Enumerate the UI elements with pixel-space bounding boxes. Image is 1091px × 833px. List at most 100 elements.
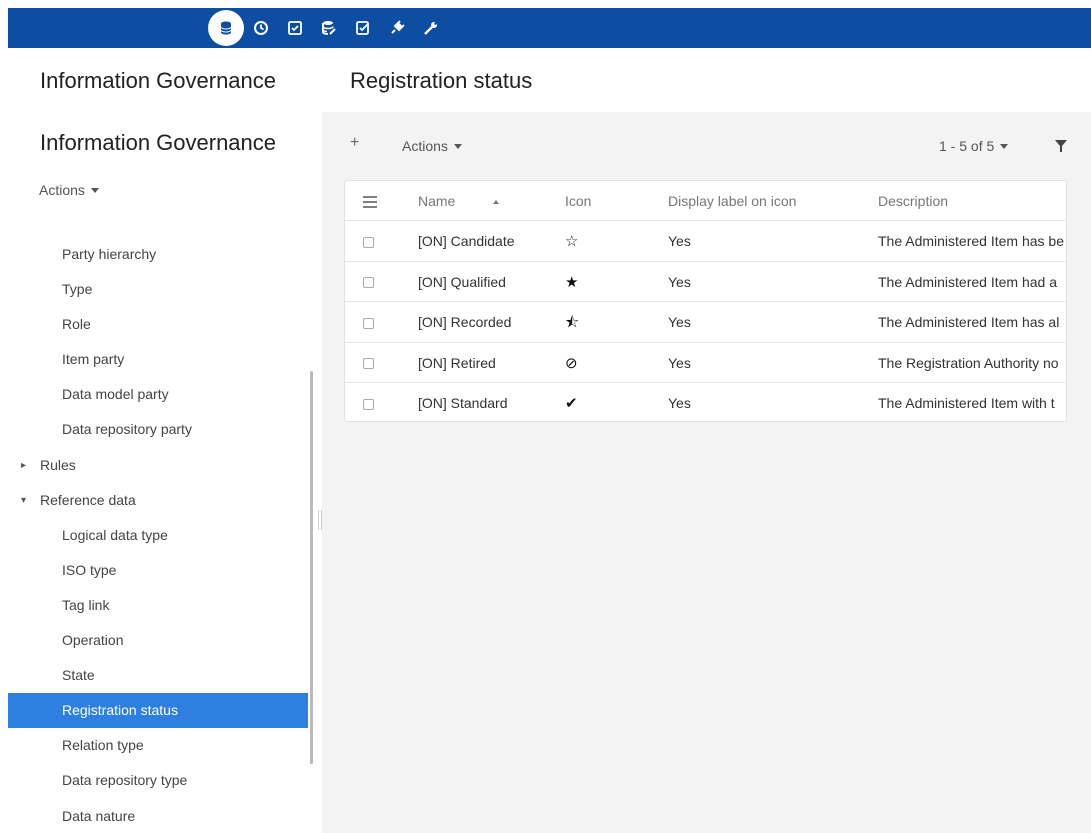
row-description: The Administered Item had a xyxy=(878,273,1057,290)
tree-item[interactable]: ▸ Rules xyxy=(8,448,308,483)
row-icon-cell: ★ xyxy=(565,262,605,302)
column-header-name-label: Name xyxy=(418,193,456,209)
row-name[interactable]: [ON] Candidate xyxy=(418,221,558,261)
table-toolbar: + Actions 1 - 5 of 5 xyxy=(322,134,1091,160)
row-name[interactable]: [ON] Retired xyxy=(418,343,558,383)
tree-item-label: Data model party xyxy=(62,386,169,403)
row-name[interactable]: [ON] Recorded xyxy=(418,302,558,342)
tree-header: Information Governance xyxy=(40,130,277,155)
column-menu-button[interactable] xyxy=(363,181,377,221)
page-title: Registration status xyxy=(350,68,533,93)
checkbox[interactable] xyxy=(363,236,374,248)
actions-dropdown[interactable]: Actions xyxy=(402,138,462,154)
content-area: + Actions 1 - 5 of 5 Name Icon Display l… xyxy=(322,112,1091,833)
tree-item-label: Item party xyxy=(62,351,125,368)
tree-item[interactable]: Registration status xyxy=(8,693,308,729)
history-icon[interactable] xyxy=(246,13,276,43)
actions-label: Actions xyxy=(402,138,448,154)
approve-icon[interactable] xyxy=(348,13,378,43)
expand-icon[interactable]: ▸ xyxy=(21,448,26,483)
tree-item[interactable]: Data repository type xyxy=(8,763,308,798)
tree-item-label: Reference data xyxy=(40,491,136,508)
data-table: Name Icon Display label on icon Descript… xyxy=(344,180,1067,422)
column-header-description[interactable]: Description xyxy=(878,181,1066,221)
tree-item-label: Data nature xyxy=(62,807,136,824)
tree-item[interactable]: Item party xyxy=(8,342,308,377)
checkbox[interactable] xyxy=(363,398,374,410)
row-icon-cell: ⊘ xyxy=(565,343,605,383)
row-display-label: Yes xyxy=(668,233,691,249)
tree-item-label: Operation xyxy=(62,632,124,649)
left-panel-title: Information Governance xyxy=(40,68,277,93)
row-description: The Registration Authority no xyxy=(878,354,1059,371)
pager-label: 1 - 5 of 5 xyxy=(939,138,995,154)
tree-item-label: Rules xyxy=(40,456,76,473)
sort-ascending-icon xyxy=(493,200,500,205)
row-checkbox[interactable] xyxy=(363,262,374,302)
tree-item-label: Data repository party xyxy=(62,421,192,438)
collapse-icon[interactable]: ▾ xyxy=(21,483,26,518)
star-outline-icon: ☆ xyxy=(565,233,579,251)
tree-item[interactable]: Data model party xyxy=(8,377,308,412)
pagination-dropdown[interactable]: 1 - 5 of 5 xyxy=(939,138,1009,154)
tree-item[interactable]: State xyxy=(8,658,308,693)
tree-item[interactable]: ▾ Reference data xyxy=(8,483,308,518)
tree-item[interactable]: Data nature xyxy=(8,799,308,833)
chevron-down-icon xyxy=(90,187,99,193)
tree-item-label: Data repository type xyxy=(62,772,188,789)
tree-item-label: Registration status xyxy=(62,702,178,719)
database-icon[interactable] xyxy=(208,10,244,46)
plug-icon[interactable] xyxy=(382,13,412,43)
row-checkbox[interactable] xyxy=(363,302,374,342)
checkbox[interactable] xyxy=(363,317,374,329)
checklist-icon[interactable] xyxy=(280,13,310,43)
checkbox[interactable] xyxy=(363,277,374,289)
table-row[interactable]: [ON] Retired ⊘ Yes The Registration Authori… xyxy=(345,343,1066,383)
tree-item[interactable]: ISO type xyxy=(8,553,308,588)
column-header-name[interactable]: Name xyxy=(418,181,558,221)
menu-icon xyxy=(363,196,377,209)
row-description: The Administered Item with t xyxy=(878,395,1055,411)
table-row[interactable]: [ON] Standard ✔ Yes The Administered Item w… xyxy=(345,383,1066,421)
checkbox[interactable] xyxy=(363,358,374,370)
column-header-icon[interactable]: Icon xyxy=(565,181,605,221)
tree-item[interactable]: Type xyxy=(8,272,308,307)
table-row[interactable]: [ON] Qualified ★ Yes The Administered Item … xyxy=(345,262,1066,302)
row-description: The Administered Item has al xyxy=(878,314,1060,330)
table-header-row: Name Icon Display label on icon Descript… xyxy=(345,181,1066,221)
row-icon-cell: ⯪ xyxy=(565,302,605,342)
left-actions-button[interactable]: Actions xyxy=(39,182,99,198)
filter-icon[interactable] xyxy=(1055,140,1067,152)
tree-item-label: Tag link xyxy=(62,596,110,613)
row-name[interactable]: [ON] Standard xyxy=(418,383,558,421)
tree-scrollbar[interactable] xyxy=(310,371,313,764)
tree-item[interactable]: Data repository party xyxy=(8,412,308,447)
navigation-tree: Party hierarchy Type Role Item party Data mo… xyxy=(8,237,308,833)
table-row[interactable]: [ON] Candidate ☆ Yes The Administered Item … xyxy=(345,221,1066,262)
row-checkbox[interactable] xyxy=(363,343,374,383)
tree-item[interactable]: Role xyxy=(8,307,308,342)
tree-item-label: Party hierarchy xyxy=(62,246,157,262)
row-description: The Administered Item has be xyxy=(878,233,1064,249)
tree-item[interactable]: Tag link xyxy=(8,588,308,623)
tree-item-label: Role xyxy=(62,316,91,333)
add-button[interactable]: + xyxy=(350,134,359,152)
database-edit-icon[interactable] xyxy=(314,13,344,43)
table-row[interactable]: [ON] Recorded ⯪ Yes The Administered Item h… xyxy=(345,302,1066,343)
tree-item-label: Logical data type xyxy=(62,526,168,543)
column-header-display-label[interactable]: Display label on icon xyxy=(668,181,858,221)
row-display-label: Yes xyxy=(668,273,691,290)
tree-item[interactable]: Party hierarchy xyxy=(8,237,308,272)
tree-item[interactable]: Logical data type xyxy=(8,518,308,553)
tree-item-label: Type xyxy=(62,281,93,298)
tree-item-label: ISO type xyxy=(62,561,117,578)
row-checkbox[interactable] xyxy=(363,383,374,421)
wrench-icon[interactable] xyxy=(416,13,446,43)
row-display-label: Yes xyxy=(668,314,691,330)
row-checkbox[interactable] xyxy=(363,221,374,261)
row-name[interactable]: [ON] Qualified xyxy=(418,262,558,302)
chevron-down-icon xyxy=(1000,143,1009,149)
tree-item[interactable]: Relation type xyxy=(8,728,308,763)
star-filled-icon: ★ xyxy=(565,273,579,291)
tree-item[interactable]: Operation xyxy=(8,623,308,658)
